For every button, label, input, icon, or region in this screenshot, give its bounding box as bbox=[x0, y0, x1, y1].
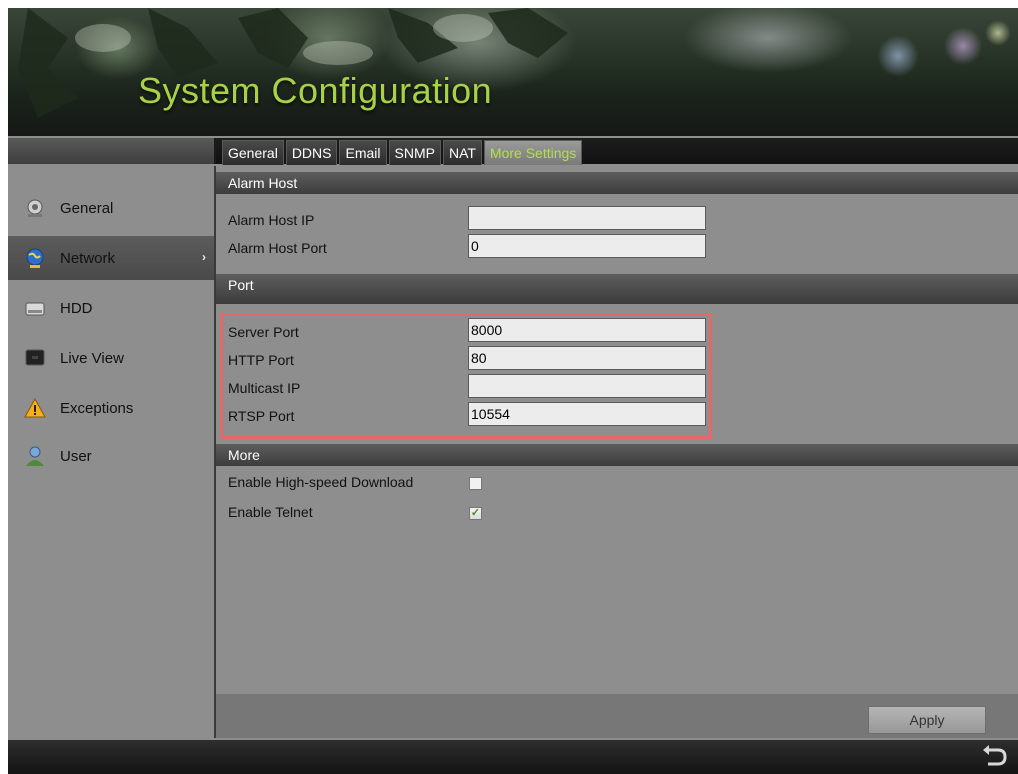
alarm-host-ip-input[interactable] bbox=[468, 206, 706, 230]
section-more: More bbox=[216, 444, 1018, 466]
sidebar-item-label: Exceptions bbox=[60, 399, 134, 417]
sidebar-item-label: General bbox=[60, 199, 114, 217]
alarm-host-port-input[interactable] bbox=[468, 234, 706, 258]
alarm-host-port-label: Alarm Host Port bbox=[228, 240, 327, 256]
back-arrow-icon[interactable] bbox=[980, 744, 1008, 770]
header-banner: System Configuration bbox=[8, 8, 1018, 136]
sidebar-item-label: Network bbox=[60, 249, 116, 267]
rtsp-port-label: RTSP Port bbox=[228, 408, 295, 424]
sidebar: General Network › HDD Live View Exceptio… bbox=[8, 166, 216, 738]
telnet-label: Enable Telnet bbox=[228, 504, 313, 520]
globe-icon bbox=[24, 247, 46, 269]
section-alarm-host: Alarm Host bbox=[216, 172, 1018, 194]
multicast-ip-input[interactable] bbox=[468, 374, 706, 398]
system-configuration-window: System Configuration General DDNS Email … bbox=[8, 8, 1018, 774]
tab-email[interactable]: Email bbox=[339, 140, 387, 165]
sidebar-item-label: HDD bbox=[60, 299, 93, 317]
tab-general[interactable]: General bbox=[222, 140, 284, 165]
alarm-host-ip-label: Alarm Host IP bbox=[228, 212, 315, 228]
sidebar-item-hdd[interactable]: HDD bbox=[8, 286, 214, 330]
sidebar-item-label: User bbox=[60, 447, 92, 465]
sidebar-item-exceptions[interactable]: Exceptions bbox=[8, 386, 214, 430]
telnet-checkbox[interactable]: ✓ bbox=[469, 507, 482, 520]
sidebar-header bbox=[8, 138, 216, 164]
section-port: Port bbox=[216, 274, 1018, 304]
multicast-ip-label: Multicast IP bbox=[228, 380, 301, 396]
sidebar-item-user[interactable]: User bbox=[8, 434, 214, 478]
rtsp-port-input[interactable] bbox=[468, 402, 706, 426]
apply-button[interactable]: Apply bbox=[868, 706, 986, 734]
http-port-label: HTTP Port bbox=[228, 352, 294, 368]
tab-snmp[interactable]: SNMP bbox=[388, 140, 441, 165]
camera-gear-icon bbox=[24, 197, 46, 219]
server-port-input[interactable] bbox=[468, 318, 706, 342]
high-speed-download-label: Enable High-speed Download bbox=[228, 474, 414, 490]
http-port-input[interactable] bbox=[468, 346, 706, 370]
sidebar-item-network[interactable]: Network › bbox=[8, 236, 214, 280]
sidebar-item-label: Live View bbox=[60, 349, 124, 367]
sidebar-item-general[interactable]: General bbox=[8, 186, 214, 230]
hdd-icon bbox=[24, 297, 46, 319]
settings-panel: Alarm Host Alarm Host IP Alarm Host Port… bbox=[216, 166, 1018, 738]
page-title: System Configuration bbox=[138, 70, 493, 111]
user-icon bbox=[24, 445, 46, 467]
tab-ddns[interactable]: DDNS bbox=[285, 140, 338, 165]
high-speed-download-checkbox[interactable] bbox=[469, 477, 482, 490]
bottom-bar bbox=[8, 740, 1018, 774]
sidebar-item-live-view[interactable]: Live View bbox=[8, 336, 214, 380]
warning-icon bbox=[24, 397, 46, 419]
server-port-label: Server Port bbox=[228, 324, 299, 340]
tab-nat[interactable]: NAT bbox=[442, 140, 482, 165]
tab-bar: General DDNS Email SNMP NAT More Setting… bbox=[222, 138, 584, 165]
checkmark-icon: ✓ bbox=[470, 507, 481, 519]
tab-more-settings[interactable]: More Settings bbox=[483, 140, 583, 165]
chevron-right-icon: › bbox=[202, 250, 206, 264]
monitor-icon bbox=[24, 347, 46, 369]
